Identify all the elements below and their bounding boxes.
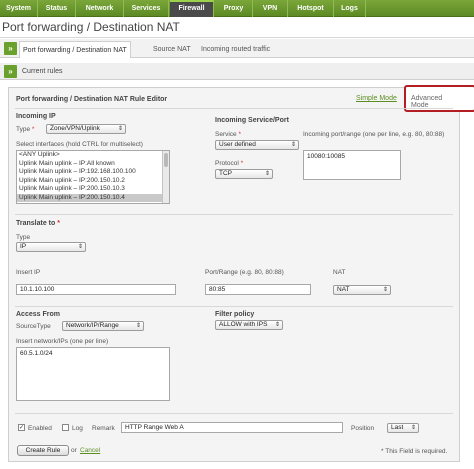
incoming-ports-label: Incoming port/range (one per line, e.g. … xyxy=(303,131,445,138)
insert-ip-label: Insert IP xyxy=(16,269,41,276)
nav-item-proxy[interactable]: Proxy xyxy=(215,0,253,17)
section-divider xyxy=(15,413,453,414)
title-divider xyxy=(0,37,474,38)
position-label: Position xyxy=(351,425,375,432)
list-item[interactable]: Uplink Main uplink – IP:200.150.10.2 xyxy=(17,177,169,186)
expand-arrow-icon[interactable]: » xyxy=(4,65,17,78)
list-item[interactable]: Uplink Main uplink – IP:192.168.100.100 xyxy=(17,168,169,177)
current-rules-bar[interactable]: » Current rules xyxy=(0,63,474,80)
port-range-label: Port/Range (e.g. 80, 80:88) xyxy=(205,269,284,276)
nav-item-firewall[interactable]: Firewall xyxy=(170,0,214,17)
page-title: Port forwarding / Destination NAT xyxy=(2,20,180,34)
current-rules-label: Current rules xyxy=(22,68,63,75)
networks-label: Insert network/IPs (one per line) xyxy=(16,338,109,345)
nav-item-status[interactable]: Status xyxy=(38,0,76,17)
nav-item-vpn[interactable]: VPN xyxy=(253,0,288,17)
select-arrows-icon: ⇕ xyxy=(290,142,296,148)
tab-incoming-routed-traffic[interactable]: Incoming routed traffic xyxy=(198,41,273,58)
advanced-mode-label[interactable]: Advanced Mode xyxy=(411,95,459,109)
select-arrows-icon: ⇕ xyxy=(77,244,83,250)
incoming-type-label: Type * xyxy=(16,126,35,133)
listbox-scrollbar[interactable] xyxy=(162,151,169,203)
select-arrows-icon: ⇕ xyxy=(135,323,141,329)
access-from-heading: Access From xyxy=(16,311,60,318)
protocol-label: Protocol * xyxy=(215,160,244,167)
list-item[interactable]: <ANY Uplink> xyxy=(17,151,169,160)
source-type-label: SourceType xyxy=(16,323,51,330)
select-arrows-icon: ⇕ xyxy=(382,287,388,293)
translate-type-label: Type xyxy=(16,234,31,241)
required-note: * This Field is required. xyxy=(381,448,448,455)
log-label: Log xyxy=(72,425,83,432)
tab-source-nat[interactable]: Source NAT xyxy=(150,41,194,58)
select-arrows-icon: ⇕ xyxy=(410,425,416,431)
interfaces-listbox[interactable]: <ANY Uplink> Uplink Main uplink – IP:All… xyxy=(16,150,170,204)
select-arrows-icon: ⇕ xyxy=(274,322,280,328)
tab-port-forwarding[interactable]: Port forwarding / Destination NAT xyxy=(19,41,131,58)
incoming-ports-textarea[interactable]: 10080:10085 xyxy=(303,150,401,180)
top-navigation: System Status Network Services Firewall … xyxy=(0,0,474,17)
rule-editor-panel: Port forwarding / Destination NAT Rule E… xyxy=(8,85,474,462)
nat-label: NAT xyxy=(333,269,346,276)
source-type-select[interactable]: Network/IP/Range ⇕ xyxy=(62,321,144,331)
scrollbar-thumb[interactable] xyxy=(164,153,168,167)
filter-policy-select[interactable]: ALLOW with IPS ⇕ xyxy=(215,320,283,330)
enabled-checkbox[interactable]: ✓ xyxy=(18,424,25,431)
editor-divider xyxy=(15,108,453,109)
translate-type-select[interactable]: IP ⇕ xyxy=(16,242,86,252)
cancel-link[interactable]: Cancel xyxy=(80,447,100,454)
section-divider xyxy=(15,214,453,215)
simple-mode-link[interactable]: Simple Mode xyxy=(356,95,397,102)
interfaces-label: Select interfaces (hold CTRL for multise… xyxy=(16,141,143,148)
list-item-selected[interactable]: Uplink Main uplink – IP:200.150.10.4 xyxy=(17,193,169,202)
nav-item-logs[interactable]: Logs xyxy=(334,0,366,17)
nav-item-hotspot[interactable]: Hotspot xyxy=(288,0,334,17)
expand-arrow-icon[interactable]: » xyxy=(4,42,17,55)
remark-input[interactable]: HTTP Range Web A xyxy=(121,422,343,433)
select-arrows-icon: ⇕ xyxy=(264,171,270,177)
filter-policy-heading: Filter policy xyxy=(215,311,255,318)
incoming-type-select[interactable]: Zone/VPN/Uplink ⇕ xyxy=(46,124,126,134)
nat-select[interactable]: NAT ⇕ xyxy=(333,285,391,295)
remark-label: Remark xyxy=(92,425,115,432)
service-select[interactable]: User defined ⇕ xyxy=(215,140,299,150)
networks-textarea[interactable]: 60.5.1.0/24 xyxy=(16,347,170,401)
nav-item-system[interactable]: System xyxy=(0,0,38,17)
editor-title: Port forwarding / Destination NAT Rule E… xyxy=(16,96,168,103)
list-item[interactable]: Uplink Main uplink – IP:200.150.10.3 xyxy=(17,185,169,194)
port-range-input[interactable]: 80:85 xyxy=(205,284,311,295)
select-arrows-icon: ⇕ xyxy=(117,126,123,132)
create-rule-button[interactable]: Create Rule xyxy=(17,445,69,456)
translate-to-heading: Translate to * xyxy=(16,220,60,227)
insert-ip-input[interactable]: 10.1.10.100 xyxy=(16,284,176,295)
nav-item-network[interactable]: Network xyxy=(76,0,124,17)
enabled-label: Enabled xyxy=(28,425,52,432)
section-divider xyxy=(15,306,453,307)
or-text: or xyxy=(71,447,77,454)
incoming-service-heading: Incoming Service/Port xyxy=(215,117,289,124)
log-checkbox[interactable] xyxy=(62,424,69,431)
nav-item-services[interactable]: Services xyxy=(124,0,169,17)
service-label: Service * xyxy=(215,131,242,138)
protocol-select[interactable]: TCP ⇕ xyxy=(215,169,273,179)
incoming-ip-heading: Incoming IP xyxy=(16,113,56,120)
list-item[interactable]: Uplink Main uplink – IP:All known xyxy=(17,160,169,169)
position-select[interactable]: Last ⇕ xyxy=(387,423,419,433)
